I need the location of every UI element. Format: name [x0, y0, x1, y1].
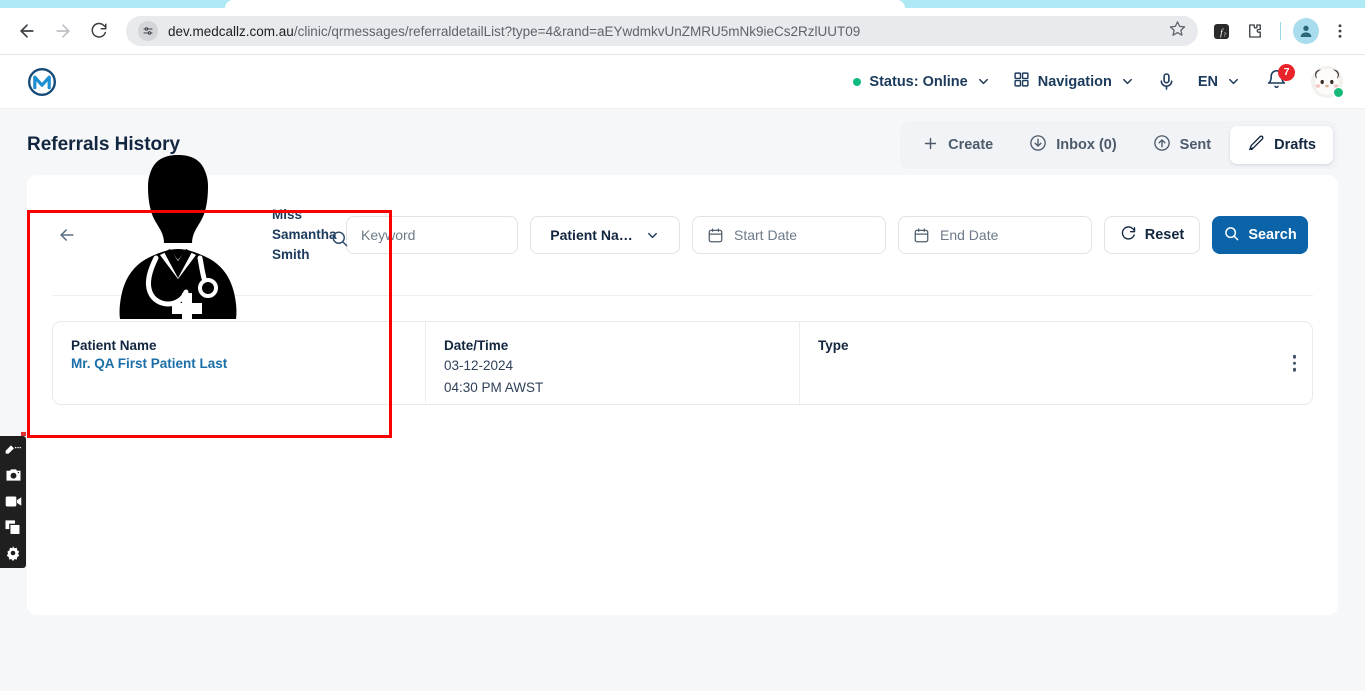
language-label: EN	[1197, 73, 1218, 90]
tab-create[interactable]: Create	[905, 127, 1010, 164]
selected-provider[interactable]: Miss Samantha Smith	[94, 143, 347, 328]
toolbar-divider	[1280, 22, 1281, 40]
tab-drafts[interactable]: Drafts	[1230, 126, 1333, 164]
url-path: /clinic/qrmessages/referraldetailList?ty…	[293, 23, 861, 39]
browser-toolbar: dev.medcallz.com.au/clinic/qrmessages/re…	[0, 8, 1365, 55]
navigation-label: Navigation	[1037, 73, 1112, 90]
microphone-icon[interactable]	[1157, 72, 1176, 91]
record-type-cell: Type	[799, 322, 1312, 404]
window-capture-icon[interactable]	[3, 518, 23, 536]
patient-name-value[interactable]: Mr. QA First Patient Last	[71, 356, 407, 371]
application-area: Status: Online Navigation EN 7 Referrals…	[0, 55, 1365, 691]
tab-drafts-label: Drafts	[1274, 137, 1316, 153]
reset-label: Reset	[1144, 227, 1185, 243]
settings-gear-icon[interactable]	[3, 544, 23, 562]
three-dot-menu-icon[interactable]	[1325, 16, 1355, 46]
view-tabs: Create Inbox (0) Sent Drafts	[900, 121, 1338, 169]
notifications-button[interactable]: 7	[1263, 63, 1295, 95]
calendar-icon	[707, 227, 724, 244]
tab-inbox-label: Inbox (0)	[1056, 137, 1117, 153]
address-bar[interactable]: dev.medcallz.com.au/clinic/qrmessages/re…	[126, 16, 1198, 46]
status-label: Status: Online	[869, 73, 968, 90]
kebab-menu-icon[interactable]	[1292, 354, 1296, 372]
sent-upload-icon	[1153, 134, 1171, 156]
avatar-online-dot	[1333, 86, 1344, 98]
star-icon[interactable]	[1169, 20, 1186, 42]
browser-active-tab[interactable]	[225, 0, 905, 8]
language-selector[interactable]: EN	[1198, 74, 1241, 90]
inbox-download-icon	[1029, 134, 1047, 156]
datetime-date: 03-12-2024	[444, 358, 514, 373]
tab-sent[interactable]: Sent	[1136, 126, 1228, 164]
browser-window: dev.medcallz.com.au/clinic/qrmessages/re…	[0, 0, 1365, 691]
tab-create-label: Create	[948, 137, 994, 153]
url-text: dev.medcallz.com.au/clinic/qrmessages/re…	[168, 24, 1161, 39]
status-selector[interactable]: Status: Online	[853, 74, 990, 90]
recording-indicator	[21, 432, 26, 436]
keyword-input[interactable]: Keyword	[346, 216, 518, 254]
search-label: Search	[1248, 227, 1297, 243]
user-avatar[interactable]	[1311, 65, 1344, 98]
video-record-icon[interactable]	[3, 492, 23, 510]
app-header: Status: Online Navigation EN 7	[0, 55, 1365, 109]
pencil-edit-icon	[1247, 134, 1265, 156]
table-row[interactable]: Patient Name Mr. QA First Patient Last D…	[52, 321, 1313, 405]
math-extension-icon[interactable]: f?	[1206, 16, 1236, 46]
chevron-down-icon	[976, 74, 991, 89]
datetime-time: 04:30 PM AWST	[444, 380, 544, 395]
extension-icons: f?	[1206, 16, 1355, 46]
medcallz-logo[interactable]	[22, 62, 62, 102]
doctor-silhouette-photo	[94, 143, 262, 328]
reset-button[interactable]: Reset	[1104, 216, 1200, 254]
plus-icon	[922, 135, 939, 156]
pen-annotate-icon[interactable]	[3, 440, 23, 458]
search-button[interactable]: Search	[1212, 216, 1308, 254]
refresh-icon	[1120, 225, 1137, 246]
tab-sent-label: Sent	[1179, 137, 1212, 153]
magnifier-icon	[1223, 225, 1240, 246]
keyword-placeholder: Keyword	[361, 227, 416, 243]
tab-inbox[interactable]: Inbox (0)	[1012, 126, 1133, 164]
record-datetime-cell: Date/Time 03-12-2024 04:30 PM AWST	[425, 322, 799, 404]
chevron-down-icon	[1226, 74, 1241, 89]
magnifier-icon[interactable]	[330, 229, 349, 254]
filter-type-value: Patient Na…	[550, 227, 633, 243]
filter-type-select[interactable]: Patient Na…	[530, 216, 680, 254]
end-date-placeholder: End Date	[940, 227, 999, 243]
grid-icon	[1013, 71, 1030, 92]
notification-badge: 7	[1278, 63, 1295, 81]
provider-name-text: Miss Samantha Smith	[272, 207, 337, 262]
profile-avatar-icon[interactable]	[1291, 16, 1321, 46]
start-date-input[interactable]: Start Date	[692, 216, 886, 254]
calendar-icon	[913, 227, 930, 244]
header-actions: Status: Online Navigation EN 7	[853, 63, 1344, 98]
end-date-input[interactable]: End Date	[898, 216, 1092, 254]
patient-name-label: Patient Name	[71, 338, 157, 353]
provider-name: Miss Samantha Smith	[272, 205, 347, 265]
record-patient-cell: Patient Name Mr. QA First Patient Last	[53, 322, 425, 404]
navigation-menu[interactable]: Navigation	[1013, 71, 1135, 92]
extensions-puzzle-icon[interactable]	[1240, 16, 1270, 46]
datetime-label: Date/Time	[444, 338, 509, 353]
type-label: Type	[818, 338, 849, 353]
camera-screenshot-icon[interactable]	[3, 466, 23, 484]
reload-icon[interactable]	[82, 14, 116, 48]
back-arrow-icon[interactable]	[52, 220, 82, 250]
status-online-dot	[853, 77, 862, 86]
chevron-down-icon	[645, 228, 660, 243]
browser-tab-strip	[0, 0, 1365, 8]
filter-toolbar: Miss Samantha Smith Keyword Patient Na…	[27, 154, 1338, 324]
start-date-placeholder: Start Date	[734, 227, 798, 243]
site-settings-icon[interactable]	[138, 21, 158, 41]
content-panel: Miss Samantha Smith Keyword Patient Na…	[27, 154, 1338, 615]
url-domain: dev.medcallz.com.au	[168, 23, 294, 39]
screen-recorder-toolbar	[0, 432, 26, 568]
back-arrow-icon[interactable]	[10, 14, 44, 48]
forward-arrow-icon[interactable]	[46, 14, 80, 48]
chevron-down-icon	[1120, 74, 1135, 89]
